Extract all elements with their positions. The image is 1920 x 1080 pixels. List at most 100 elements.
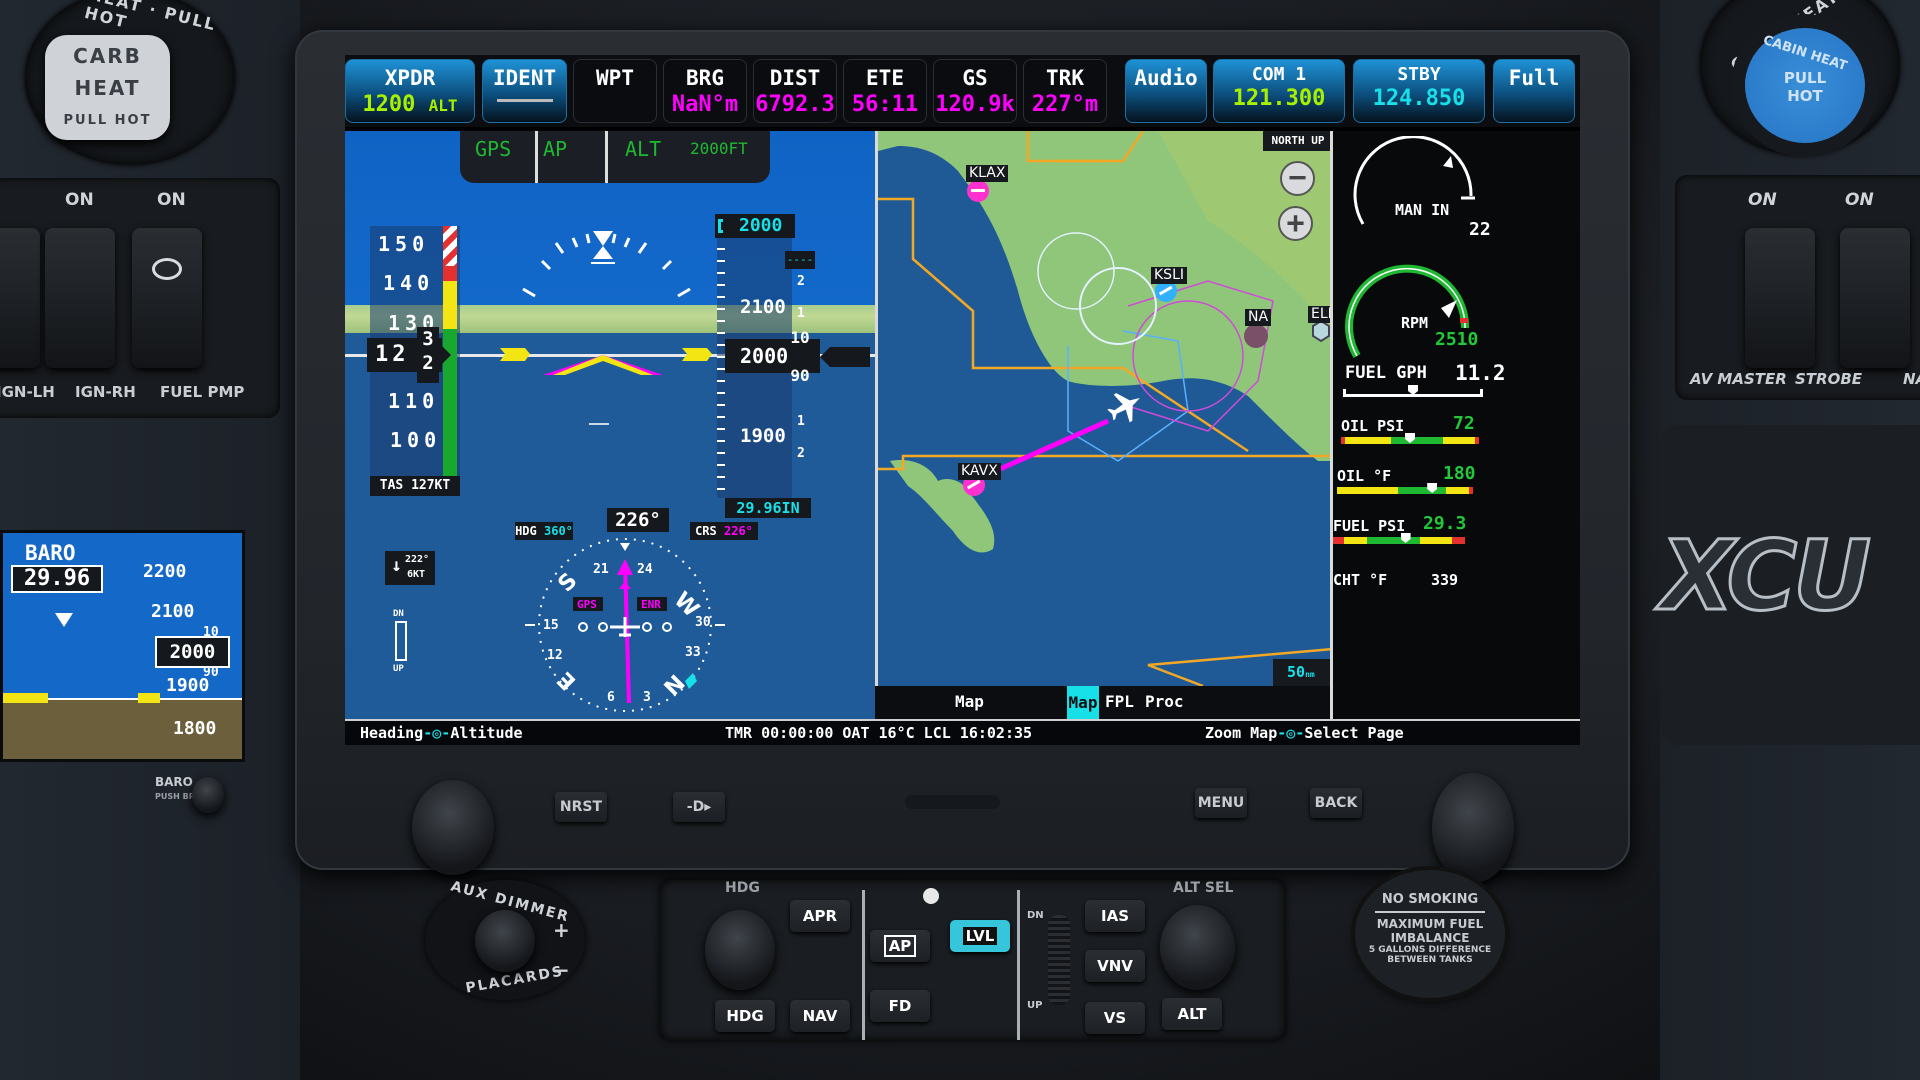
- baro-setting-value: 29.96IN: [736, 499, 800, 517]
- red-band: [443, 266, 457, 281]
- standby-alt-tick: 2200: [143, 561, 187, 582]
- alt-sel-knob[interactable]: [1160, 905, 1235, 990]
- standby-pfd: BARO 29.96 2200 2100 1900 1800 2000 10 9…: [0, 530, 245, 762]
- roll-scale: [522, 233, 691, 298]
- com1-button[interactable]: COM 1 121.300: [1213, 59, 1345, 123]
- airspeed-roll-up: 3: [422, 328, 434, 350]
- oil-temp-value: 180: [1443, 463, 1476, 484]
- altitude-bug-icon: [718, 219, 723, 233]
- compass-number: 33: [685, 645, 701, 660]
- fuel-pmp-switch[interactable]: [132, 228, 202, 368]
- trim-dn-label: DN: [393, 609, 404, 619]
- field-wpt[interactable]: WPT: [573, 59, 657, 123]
- elb-vor-icon[interactable]: [1312, 319, 1330, 343]
- field-wpt-label: WPT: [596, 66, 634, 90]
- left-bezel-knob[interactable]: [412, 780, 494, 875]
- zoom-in-button[interactable]: +: [1278, 206, 1313, 241]
- trim-wheel-up-label: UP: [1027, 1000, 1043, 1011]
- right-bezel-knob[interactable]: [1432, 773, 1514, 883]
- carb-heat-knob[interactable]: CARB HEAT PULL HOT: [45, 35, 170, 140]
- airspeed-pointer-icon: [439, 343, 451, 367]
- baro-value: 29.96: [11, 565, 103, 593]
- airspeed-tick: 100: [390, 428, 442, 452]
- dimmer-plus-icon: +: [553, 918, 572, 942]
- compass-number: 15: [543, 618, 559, 633]
- full-button[interactable]: Full: [1493, 59, 1575, 123]
- baro-knob-label: BARO: [155, 775, 193, 789]
- baro-knob-sublabel: PUSH BR: [155, 792, 195, 801]
- hdg-knob[interactable]: [705, 910, 775, 990]
- aux-dimmer[interactable]: AUX DIMMER PLACARDS + −: [425, 878, 585, 1000]
- baro-label: BARO: [25, 541, 76, 565]
- av-master-switch[interactable]: [1745, 228, 1815, 368]
- ign-lh-switch[interactable]: [0, 228, 40, 368]
- field-ete[interactable]: ETE 56:11: [843, 59, 927, 123]
- placard-divider: [1375, 911, 1485, 913]
- map-orientation[interactable]: NORTH UP: [1263, 131, 1330, 151]
- zoom-out-button[interactable]: −: [1280, 161, 1315, 196]
- trim-indicator: [395, 621, 407, 661]
- back-button[interactable]: BACK: [1310, 788, 1362, 818]
- standby-roll-pointer-icon: [55, 613, 73, 627]
- standby-wing-right: [138, 693, 160, 703]
- klax-label: KLAX: [966, 165, 1009, 182]
- lvl-button-label: LVL: [962, 927, 998, 945]
- tab-map-title[interactable]: Map: [955, 692, 984, 711]
- altitude-tick: 2100: [740, 296, 786, 318]
- ownship-icon: [1107, 393, 1140, 423]
- field-gs[interactable]: GS 120.9k: [933, 59, 1017, 123]
- ap-button[interactable]: AP: [870, 930, 930, 962]
- ign-lh-label: IGN-LH: [0, 383, 55, 401]
- fd-button[interactable]: FD: [870, 990, 930, 1022]
- vertical-speed-wheel[interactable]: [1048, 915, 1070, 1005]
- alt-button[interactable]: ALT: [1162, 998, 1222, 1030]
- vs-button[interactable]: VS: [1085, 1002, 1145, 1034]
- standby-alt-roll-up: 10: [203, 625, 219, 640]
- ident-button[interactable]: IDENT: [482, 59, 567, 123]
- ap-divider: [862, 890, 865, 1040]
- stby-button[interactable]: STBY 124.850: [1353, 59, 1485, 123]
- nav-button[interactable]: NAV: [790, 1000, 850, 1032]
- standby-wing-left: [3, 693, 48, 703]
- apr-button[interactable]: APR: [790, 900, 850, 932]
- altitude-roller: 10 90: [785, 328, 815, 386]
- na-airport-icon[interactable]: [1244, 324, 1268, 348]
- left-knob-hint: Heading-◎-Altitude: [360, 724, 523, 742]
- baro-knob[interactable]: [192, 777, 224, 813]
- field-dist[interactable]: DIST 6792.3: [753, 59, 837, 123]
- standby-alt-roll-down: 90: [203, 665, 219, 680]
- tab-map-active[interactable]: Map: [1067, 686, 1099, 719]
- hdg-button[interactable]: HDG: [715, 1000, 775, 1032]
- nrst-button[interactable]: NRST: [555, 792, 607, 822]
- tab-fpl[interactable]: FPL: [1105, 692, 1134, 711]
- strobe-switch[interactable]: [1840, 228, 1910, 368]
- field-gs-label: GS: [962, 66, 988, 90]
- xpdr-button[interactable]: XPDR 1200 ALT: [345, 59, 475, 123]
- vnv-button[interactable]: VNV: [1085, 950, 1145, 982]
- audio-button[interactable]: Audio: [1125, 59, 1207, 123]
- field-dist-label: DIST: [769, 66, 821, 90]
- field-trk[interactable]: TRK 227°m: [1023, 59, 1107, 123]
- field-brg[interactable]: BRG NaN°m: [663, 59, 747, 123]
- ign-rh-switch[interactable]: [45, 228, 115, 368]
- strobe-on-label: ON: [1845, 190, 1874, 210]
- lvl-button[interactable]: LVL: [950, 920, 1010, 952]
- stby-label: STBY: [1397, 64, 1441, 85]
- moving-map[interactable]: KLAX KSLI NA ELB KAVX NORTH UP − + 50nm: [875, 131, 1330, 686]
- selected-altitude-value: 2000: [739, 215, 783, 236]
- tab-proc[interactable]: Proc: [1145, 692, 1184, 711]
- field-trk-value: 227°m: [1031, 92, 1099, 117]
- dimmer-knob[interactable]: [475, 910, 535, 972]
- cabin-heat-knob[interactable]: CABIN HEAT PULL HOT: [1745, 28, 1865, 143]
- vs-tick: 1: [797, 414, 805, 429]
- airspeed-tick: 150: [378, 232, 430, 256]
- airspeed-roll-down: 2: [422, 352, 434, 374]
- eis-gauges: [1345, 136, 1475, 359]
- ias-button[interactable]: IAS: [1085, 900, 1145, 932]
- fuel-psi-value: 29.3: [1423, 513, 1467, 534]
- fuel-gph-label: FUEL GPH: [1345, 363, 1427, 383]
- direct-to-button[interactable]: -D▸: [673, 792, 725, 822]
- placard-line-3: IMBALANCE: [1390, 931, 1470, 945]
- airspeed-roller: 3 2: [417, 327, 439, 383]
- menu-button[interactable]: MENU: [1195, 788, 1247, 818]
